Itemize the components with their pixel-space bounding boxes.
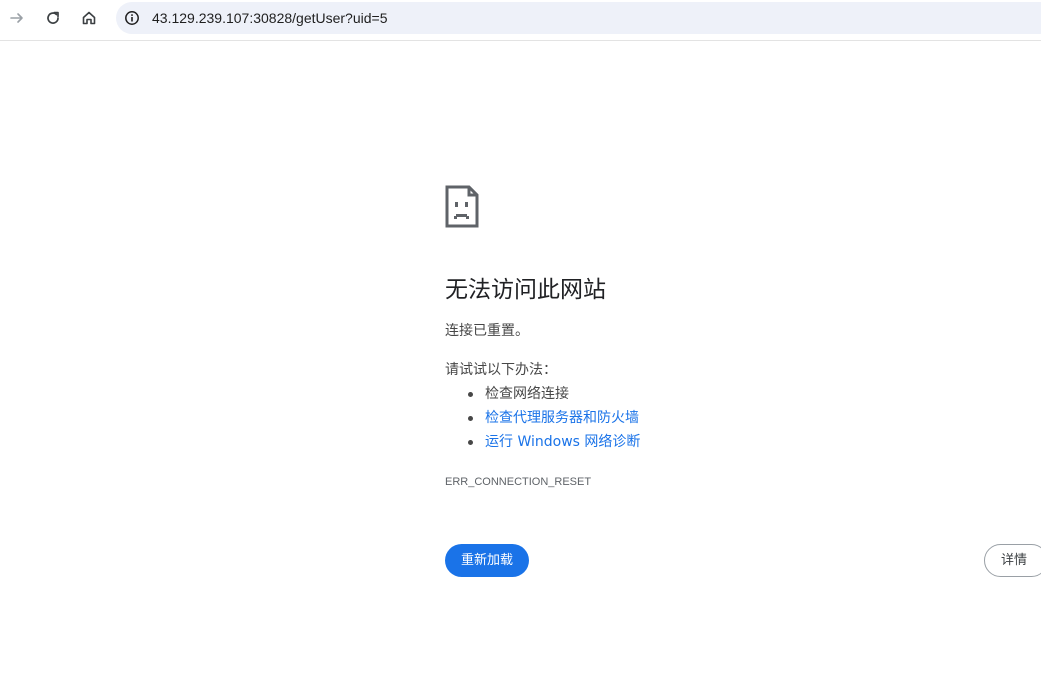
address-bar[interactable]: 43.129.239.107:30828/getUser?uid=5 [116,2,1041,34]
error-code: ERR_CONNECTION_RESET [445,476,592,488]
browser-toolbar: 43.129.239.107:30828/getUser?uid=5 [0,0,1041,41]
suggestion-check-proxy-firewall[interactable]: 检查代理服务器和防火墙 [445,408,640,432]
check-proxy-firewall-link[interactable]: 检查代理服务器和防火墙 [485,410,639,426]
suggestion-check-network: 检查网络连接 [445,384,640,408]
suggestion-run-diagnostics[interactable]: 运行 Windows 网络诊断 [445,432,640,456]
arrow-forward-icon [10,13,23,23]
info-circle-icon [125,11,139,25]
home-icon [82,11,96,25]
bullet-dot [468,392,473,397]
reload-icon [47,11,59,24]
error-title: 无法访问此网站 [445,277,606,303]
home-button[interactable] [75,4,103,32]
sad-page-icon [445,185,479,228]
bullet-dot [468,440,473,445]
suggestions-heading: 请试试以下办法： [445,362,557,378]
site-info-button[interactable] [122,8,142,28]
back-button[interactable] [3,4,31,32]
reload-nav-button[interactable] [39,4,67,32]
suggestion-label: 检查网络连接 [485,386,569,402]
details-button[interactable]: 详情 [984,544,1041,577]
bullet-dot [468,416,473,421]
run-network-diagnostics-link[interactable]: 运行 Windows 网络诊断 [485,434,640,450]
reload-button[interactable]: 重新加载 [445,544,529,577]
suggestions-list: 检查网络连接 检查代理服务器和防火墙 运行 Windows 网络诊断 [445,384,640,456]
error-description: 连接已重置。 [445,323,529,339]
url-text[interactable]: 43.129.239.107:30828/getUser?uid=5 [152,9,387,27]
